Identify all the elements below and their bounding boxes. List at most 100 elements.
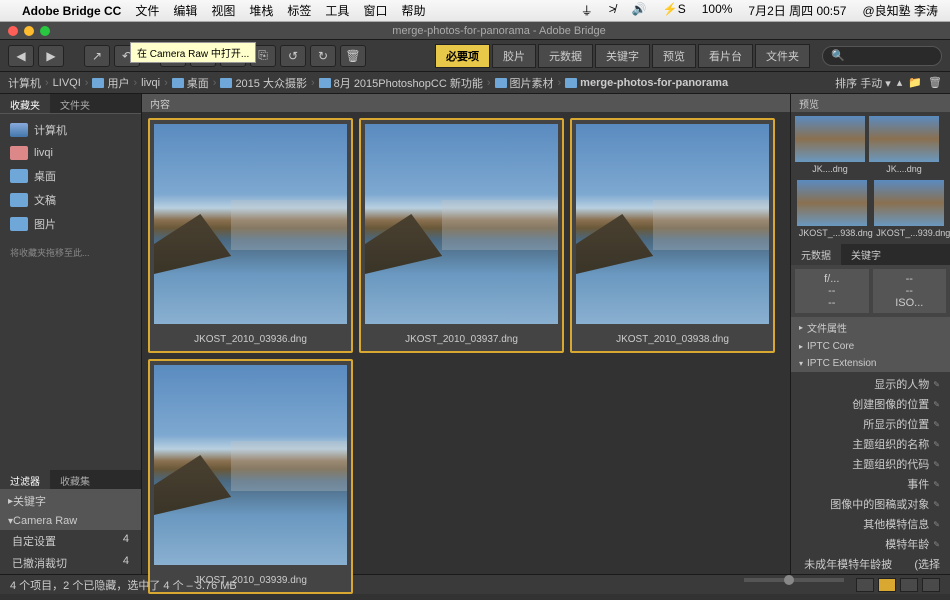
tab-filter[interactable]: 过滤器 xyxy=(0,470,50,489)
sort-dropdown[interactable]: 排序 手动 ▾ xyxy=(835,75,891,91)
fav-computer[interactable]: 计算机 xyxy=(0,118,141,142)
crumb-desktop[interactable]: 桌面 xyxy=(172,75,209,91)
tab-favorites[interactable]: 收藏夹 xyxy=(0,94,50,113)
volume-icon[interactable]: 🔊 xyxy=(632,2,647,19)
tab-folders-panel[interactable]: 文件夹 xyxy=(50,94,100,113)
menu-window[interactable]: 窗口 xyxy=(363,2,387,19)
preview-thumb[interactable]: JK....dng xyxy=(795,116,865,176)
prop-row[interactable]: 图像中的图稿或对象✎ xyxy=(791,494,950,514)
filter-item-custom[interactable]: 自定设置4 xyxy=(0,530,141,552)
prop-row[interactable]: 主题组织的代码✎ xyxy=(791,454,950,474)
reveal-button[interactable]: ↗ xyxy=(84,45,110,67)
section-iptc-ext[interactable]: IPTC Extension xyxy=(791,355,950,372)
fav-home[interactable]: livqi xyxy=(0,142,141,164)
thumbnail[interactable]: JKOST_2010_03936.dng xyxy=(148,118,353,353)
crumb-home[interactable]: livqi xyxy=(141,77,160,89)
minimize-window-button[interactable] xyxy=(24,26,34,36)
thumbnail[interactable]: JKOST_2010_03938.dng xyxy=(570,118,775,353)
prop-row[interactable]: 未成年模特年龄披露 (选择值) xyxy=(791,554,950,574)
main-area: 收藏夹 文件夹 计算机 livqi 桌面 文稿 图片 将收藏夹拖移至此... 过… xyxy=(0,94,950,574)
crumb-6[interactable]: 8月 2015PhotoshopCC 新功能 xyxy=(319,75,483,91)
thumbnail[interactable]: JKOST_2010_03937.dng xyxy=(359,118,564,353)
window-titlebar: merge-photos-for-panorama - Adobe Bridge xyxy=(0,22,950,40)
crumb-current[interactable]: merge-photos-for-panorama xyxy=(565,77,728,89)
trash-button[interactable]: 🗑 xyxy=(340,45,366,67)
edit-icon: ✎ xyxy=(933,520,940,529)
preview-thumb[interactable]: JKOST_...938.dng xyxy=(797,180,867,240)
preview-thumb[interactable]: JK....dng xyxy=(869,116,939,176)
crumb-users[interactable]: 用户 xyxy=(92,75,129,91)
wifi-icon[interactable]: ⏚ xyxy=(581,2,593,19)
crumb-computer[interactable]: 计算机 xyxy=(8,75,41,91)
tab-filmstrip[interactable]: 胶片 xyxy=(492,44,536,68)
prop-row[interactable]: 显示的人物✎ xyxy=(791,374,950,394)
view-list-button[interactable] xyxy=(922,578,940,592)
section-file-props[interactable]: 文件属性 xyxy=(791,317,950,338)
tab-keywords[interactable]: 关键字 xyxy=(595,44,650,68)
delete-icon[interactable]: 🗑 xyxy=(928,76,942,89)
crumb-7[interactable]: 图片素材 xyxy=(495,75,554,91)
folder-icon xyxy=(10,169,28,183)
filter-item-crop[interactable]: 已撤消裁切4 xyxy=(0,552,141,574)
section-iptc-core[interactable]: IPTC Core xyxy=(791,338,950,355)
tab-folders[interactable]: 文件夹 xyxy=(755,44,810,68)
menu-help[interactable]: 帮助 xyxy=(401,2,425,19)
tab-preview[interactable]: 预览 xyxy=(652,44,696,68)
metadata-summary: f/...---- ----ISO... xyxy=(791,265,950,317)
preview-thumb[interactable]: JKOST_...939.dng xyxy=(874,180,944,240)
thumbnail-size-slider[interactable] xyxy=(744,578,844,582)
tab-metadata-panel[interactable]: 元数据 xyxy=(791,244,841,265)
menu-tools[interactable]: 工具 xyxy=(325,2,349,19)
fav-desktop[interactable]: 桌面 xyxy=(0,164,141,188)
prop-row[interactable]: 事件✎ xyxy=(791,474,950,494)
prop-row[interactable]: 其他模特信息✎ xyxy=(791,514,950,534)
view-thumbs-button[interactable] xyxy=(878,578,896,592)
menu-stack[interactable]: 堆栈 xyxy=(249,2,273,19)
rotate-cw-button[interactable]: ↻ xyxy=(310,45,336,67)
forward-button[interactable]: ▶ xyxy=(38,45,64,67)
menubar-right: ⏚ ≯ 🔊 ⚡S 100% 7月2日 周四 00:57 @良知塾 李涛 xyxy=(577,2,942,19)
tab-lighttable[interactable]: 看片台 xyxy=(698,44,753,68)
user[interactable]: @良知塾 李涛 xyxy=(862,2,938,19)
tab-keywords-panel[interactable]: 关键字 xyxy=(841,244,891,265)
new-folder-icon[interactable]: 📁 xyxy=(908,76,922,89)
back-button[interactable]: ◀ xyxy=(8,45,34,67)
path-bar: 计算机› LIVQI› 用户› livqi› 桌面› 2015 大众摄影› 8月… xyxy=(0,72,950,94)
view-grid-button[interactable] xyxy=(856,578,874,592)
thumbnail[interactable]: JKOST_2010_03939.dng xyxy=(148,359,353,594)
menu-label[interactable]: 标签 xyxy=(287,2,311,19)
rotate-ccw-button[interactable]: ↺ xyxy=(280,45,306,67)
fav-pictures[interactable]: 图片 xyxy=(0,212,141,236)
fav-documents[interactable]: 文稿 xyxy=(0,188,141,212)
menu-view[interactable]: 视图 xyxy=(211,2,235,19)
folder-icon xyxy=(10,193,28,207)
filter-keywords-header[interactable]: ▸ 关键字 xyxy=(0,490,141,512)
view-details-button[interactable] xyxy=(900,578,918,592)
prop-row[interactable]: 所显示的位置✎ xyxy=(791,414,950,434)
filter-cameraraw-header[interactable]: ▾ Camera Raw xyxy=(0,512,141,530)
prop-row[interactable]: 创建图像的位置✎ xyxy=(791,394,950,414)
monitor-icon xyxy=(10,123,28,137)
tab-metadata[interactable]: 元数据 xyxy=(538,44,593,68)
prop-row[interactable]: 模特年龄✎ xyxy=(791,534,950,554)
crumb-drive[interactable]: LIVQI xyxy=(53,77,81,89)
thumbnail-grid: JKOST_2010_03936.dng JKOST_2010_03937.dn… xyxy=(142,112,790,600)
search-input[interactable] xyxy=(822,46,942,66)
menu-edit[interactable]: 编辑 xyxy=(173,2,197,19)
sort-asc-icon[interactable]: ▴ xyxy=(897,76,903,89)
menu-file[interactable]: 文件 xyxy=(135,2,159,19)
tab-essentials[interactable]: 必要项 xyxy=(435,44,490,68)
bluetooth-icon[interactable]: ≯ xyxy=(609,2,616,19)
app-name[interactable]: Adobe Bridge CC xyxy=(22,4,121,18)
tab-collections[interactable]: 收藏集 xyxy=(50,470,100,489)
content-panel: 内容 JKOST_2010_03936.dng JKOST_2010_03937… xyxy=(142,94,790,574)
status-text: 4 个项目，2 个已隐藏，选中了 4 个 – 3.76 MB xyxy=(10,577,237,593)
crumb-5[interactable]: 2015 大众摄影 xyxy=(220,75,307,91)
favorites-list: 计算机 livqi 桌面 文稿 图片 xyxy=(0,114,141,240)
zoom-window-button[interactable] xyxy=(40,26,50,36)
battery-icon[interactable]: ⚡S xyxy=(663,2,686,19)
prop-row[interactable]: 主题组织的名称✎ xyxy=(791,434,950,454)
thumbnail-image xyxy=(365,124,558,324)
datetime[interactable]: 7月2日 周四 00:57 xyxy=(748,2,846,19)
close-window-button[interactable] xyxy=(8,26,18,36)
